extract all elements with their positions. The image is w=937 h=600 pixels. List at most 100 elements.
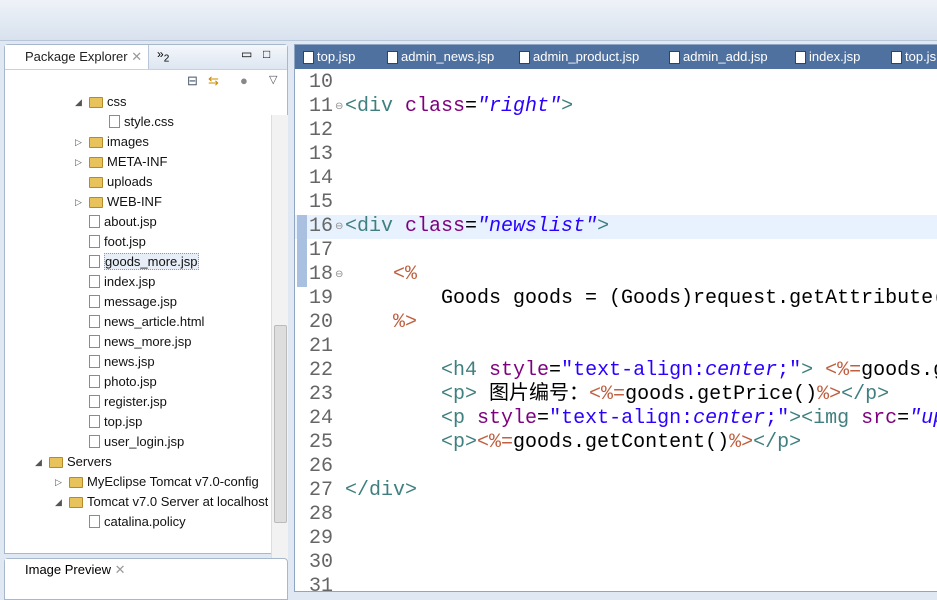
code-line: <p style="text-align:center;"><img src="… <box>345 407 937 431</box>
editor-tab[interactable]: top.jsp <box>889 45 937 69</box>
close-icon[interactable]: ✕ <box>131 49 142 64</box>
collapse-all-icon[interactable]: ⊟ <box>187 73 198 89</box>
tree-item[interactable]: ▷ META-INF <box>75 152 167 172</box>
tree-item-label: register.jsp <box>104 394 167 409</box>
tree-item[interactable]: catalina.policy <box>89 512 186 532</box>
code-token: goods.g <box>861 359 937 382</box>
editor-tab[interactable]: index.jsp <box>793 45 860 69</box>
tab-label: Package Explorer <box>25 49 128 64</box>
code-token: ;" <box>765 407 790 430</box>
tree-item[interactable]: uploads <box>89 172 153 192</box>
tree-item[interactable]: message.jsp <box>89 292 177 312</box>
file-icon <box>89 255 100 268</box>
filter-icon[interactable]: ● <box>240 73 248 88</box>
code-line: <p><%=goods.getContent()%></p> <box>345 431 801 455</box>
maximize-icon[interactable]: □ <box>263 47 270 61</box>
code-token: "up <box>909 407 937 430</box>
tree-item[interactable]: ▷ WEB-INF <box>75 192 162 212</box>
tree-item[interactable]: news_more.jsp <box>89 332 191 352</box>
link-editor-icon[interactable]: ⇆ <box>208 73 219 89</box>
tab-image-preview[interactable]: Image Preview ✕ <box>5 559 126 581</box>
collapsed-icon[interactable]: ▷ <box>75 192 82 212</box>
code-line: %> <box>345 311 417 335</box>
tree-item[interactable]: ▷ images <box>75 132 149 152</box>
editor-tab[interactable]: admin_news.jsp <box>385 45 494 69</box>
tree-item[interactable]: news_article.html <box>89 312 204 332</box>
code-token: = <box>465 95 478 118</box>
folder-icon <box>69 497 83 508</box>
expanded-icon[interactable]: ◢ <box>75 92 82 112</box>
folder-icon <box>49 457 63 468</box>
tree-item-label: catalina.policy <box>104 514 186 529</box>
close-icon[interactable]: ✕ <box>115 562 126 577</box>
code-token: class <box>405 95 466 118</box>
editor-tabs: top.jsp admin_news.jsp admin_product.jsp ad… <box>295 45 937 69</box>
package-explorer-panel: Package Explorer ✕ »2 ▭ □ ⊟ ⇆ ● ▽ ◢ css st… <box>4 44 288 590</box>
tree-item[interactable]: foot.jsp <box>89 232 146 252</box>
editor-tab[interactable]: admin_add.jsp <box>667 45 768 69</box>
code-line: <div class="newslist"> <box>345 215 609 239</box>
tree-item-label: Tomcat v7.0 Server at localhost-co <box>87 494 268 509</box>
fold-icon[interactable]: ⊖ <box>335 221 343 233</box>
line-number: 13 <box>309 143 334 166</box>
tree-item[interactable]: ◢ css <box>75 92 127 112</box>
editor-tab[interactable]: top.jsp <box>301 45 355 69</box>
code-token: </p> <box>753 431 802 454</box>
line-number: 26 <box>309 455 334 478</box>
collapsed-icon[interactable]: ▷ <box>75 132 82 152</box>
fold-icon[interactable]: ⊖ <box>335 269 343 281</box>
line-number: 31 <box>309 575 334 591</box>
tree-item[interactable]: ◢ Servers <box>35 452 112 472</box>
tree-item-label: uploads <box>107 174 153 189</box>
tree-item-label: MyEclipse Tomcat v7.0-config <box>87 474 259 489</box>
line-number: 22 <box>309 359 334 382</box>
view-menu-icon[interactable]: ▽ <box>269 73 277 86</box>
code-line: Goods goods = (Goods)request.getAttribut… <box>345 287 937 311</box>
folder-icon <box>89 197 103 208</box>
collapsed-icon[interactable]: ▷ <box>75 152 82 172</box>
code-token: = <box>549 359 562 382</box>
file-icon <box>89 375 100 388</box>
code-token: </div> <box>345 479 418 502</box>
overflow-count: 2 <box>163 53 170 65</box>
editor-tab[interactable]: admin_product.jsp <box>517 45 639 69</box>
tree-item[interactable]: index.jsp <box>89 272 155 292</box>
code-token: class <box>405 215 466 238</box>
expanded-icon[interactable]: ◢ <box>55 492 62 512</box>
code-token: src <box>861 407 898 430</box>
code-token: <h4 <box>441 359 490 382</box>
line-number: 23 <box>309 383 334 406</box>
line-number: 12 <box>309 119 334 142</box>
collapsed-icon[interactable]: ▷ <box>55 472 62 492</box>
tree-item[interactable]: style.css <box>109 112 174 132</box>
code-area[interactable]: 10 11 ⊖ <div class="right"> 12 13 14 15 16 ⊖ <div … <box>295 71 937 591</box>
tree-item[interactable]: user_login.jsp <box>89 432 184 452</box>
code-token: <p> <box>441 383 478 406</box>
tree-item[interactable]: ▷ MyEclipse Tomcat v7.0-config <box>55 472 259 492</box>
line-number: 17 <box>309 239 334 262</box>
tree-item-label: photo.jsp <box>104 374 157 389</box>
tree-item-label: index.jsp <box>104 274 156 289</box>
tree-item[interactable]: news.jsp <box>89 352 155 372</box>
code-token: "right" <box>477 95 562 118</box>
fold-icon[interactable]: ⊖ <box>335 101 343 113</box>
tree-item[interactable]: photo.jsp <box>89 372 157 392</box>
code-token: "text-align: <box>549 407 694 430</box>
file-icon <box>89 395 100 408</box>
vertical-scrollbar[interactable] <box>271 115 288 573</box>
image-preview-panel: Image Preview ✕ <box>4 558 288 600</box>
tree-item[interactable]: goods_more.jsp <box>89 252 199 272</box>
overflow-tabs-icon[interactable]: »2 <box>157 47 169 64</box>
tree-item[interactable]: about.jsp <box>89 212 157 232</box>
expanded-icon[interactable]: ◢ <box>35 452 42 472</box>
tab-package-explorer[interactable]: Package Explorer ✕ <box>5 45 150 69</box>
minimize-icon[interactable]: ▭ <box>241 47 252 61</box>
tree-item[interactable]: ◢ Tomcat v7.0 Server at localhost-co <box>55 492 268 512</box>
code-token: "text-align: <box>561 359 706 382</box>
code-editor: top.jsp admin_news.jsp admin_product.jsp ad… <box>294 44 937 592</box>
tree-item[interactable]: top.jsp <box>89 412 142 432</box>
tree-item[interactable]: register.jsp <box>89 392 167 412</box>
